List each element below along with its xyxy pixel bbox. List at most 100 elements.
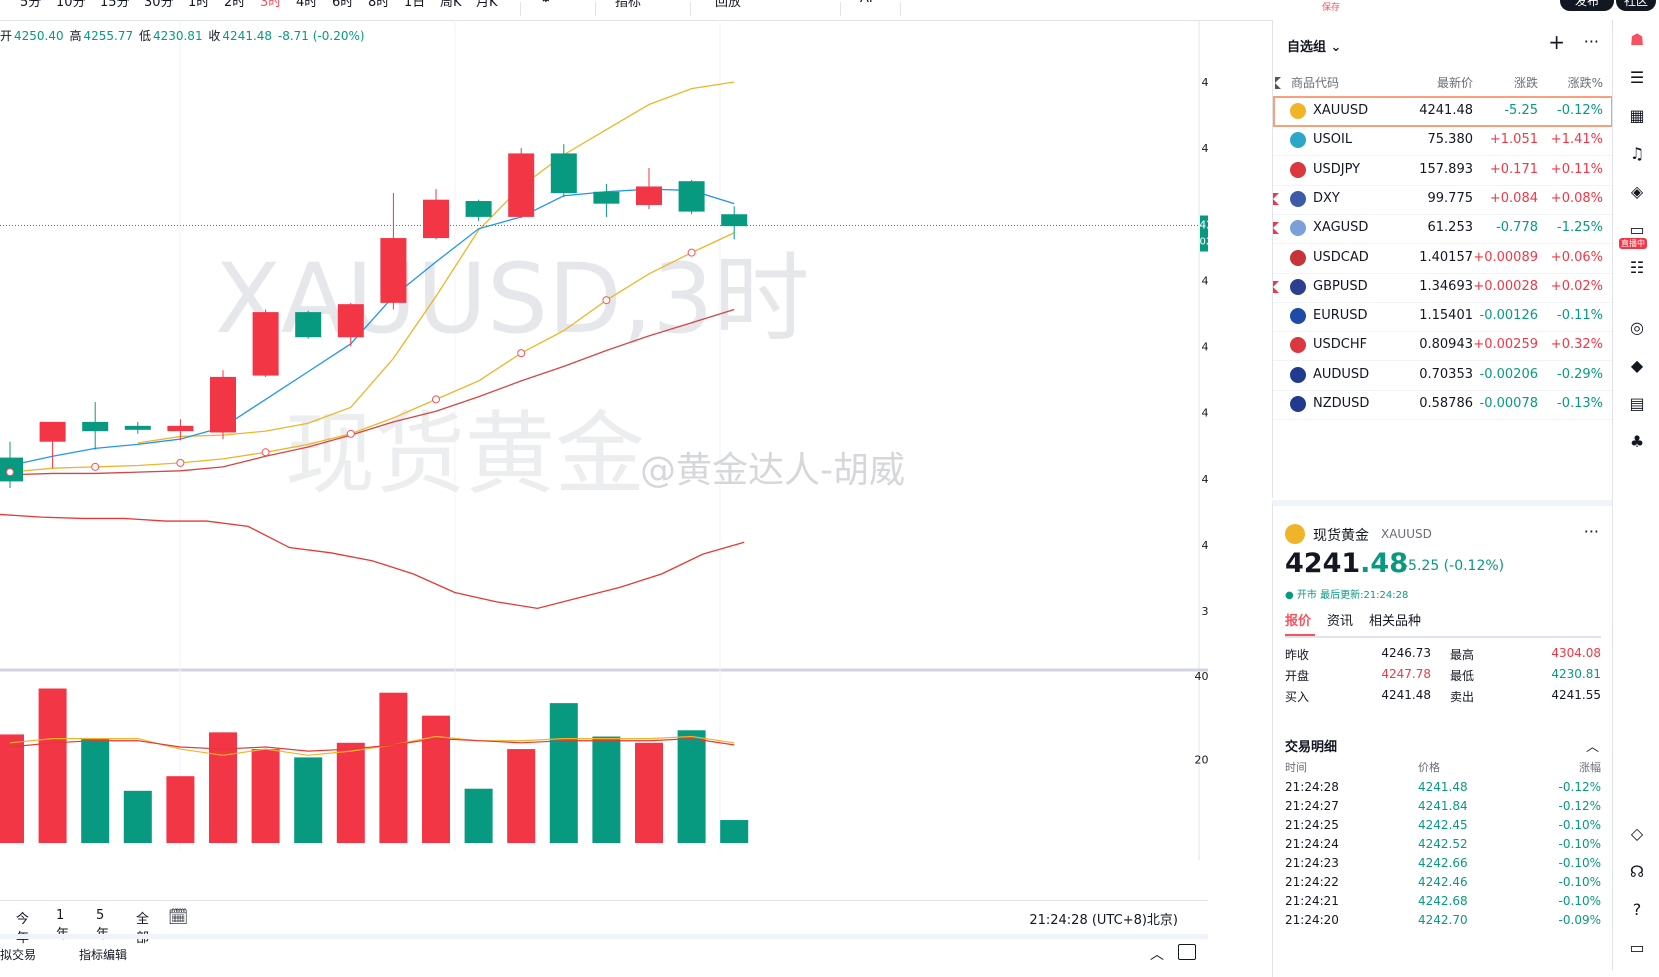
handshake-icon[interactable]: ◇ xyxy=(1627,824,1647,844)
watchlist-header-3[interactable]: 涨跌% xyxy=(1568,74,1603,91)
chart-type-icon[interactable]: ⚙ xyxy=(540,0,552,6)
trade-t: 21:24:24 xyxy=(1285,837,1339,851)
interval-4[interactable]: 1时 xyxy=(188,0,209,10)
interval-8[interactable]: 6时 xyxy=(332,0,353,10)
volume-bar xyxy=(38,688,67,843)
help-icon[interactable]: ? xyxy=(1627,900,1647,920)
interval-3[interactable]: 30分 xyxy=(144,0,174,10)
flag-icon[interactable] xyxy=(1273,280,1279,293)
calculator-icon[interactable]: ▤ xyxy=(1627,394,1647,414)
replay-button[interactable]: 回放 xyxy=(715,0,741,10)
interval-6[interactable]: 3时 xyxy=(260,0,281,10)
detail-symbol: XAUUSD xyxy=(1381,527,1432,541)
community-button[interactable]: 社区 xyxy=(1616,0,1656,11)
watchlist-row[interactable]: USDJPY 157.893 +0.171 +0.11% xyxy=(1273,155,1613,186)
timezone-label[interactable]: 21:24:28 (UTC+8)北京) xyxy=(1029,909,1178,928)
watchlist-row[interactable]: USDCAD 1.40157 +0.00089 +0.06% xyxy=(1273,243,1613,274)
support-icon[interactable]: ☊ xyxy=(1627,862,1647,882)
collapse-icon[interactable]: ︿ xyxy=(1586,736,1599,755)
alert-bell-icon[interactable]: ♫ xyxy=(1627,144,1647,164)
volume-ma-yellow xyxy=(9,735,735,756)
watchlist-group-select[interactable]: 自选组 ⌄ xyxy=(1287,36,1341,55)
news-icon[interactable]: ☰ xyxy=(1627,68,1647,88)
volume-bar xyxy=(336,742,365,843)
trade-t: 21:24:23 xyxy=(1285,856,1339,870)
symbol-logo-icon xyxy=(1290,161,1306,178)
watchlist-row[interactable]: XAGUSD 61.253 -0.778 -1.25% xyxy=(1273,213,1613,245)
interval-2[interactable]: 15分 xyxy=(100,0,130,10)
academy-icon[interactable]: ◆ xyxy=(1627,356,1647,376)
save-button[interactable]: 保存 xyxy=(1322,0,1340,13)
watchlist-row[interactable]: NZDUSD 0.58786 -0.00078 -0.13% xyxy=(1273,389,1613,420)
tree-icon[interactable]: ♣ xyxy=(1627,432,1647,452)
interval-10[interactable]: 1日 xyxy=(404,0,425,10)
maximize-icon[interactable] xyxy=(1178,944,1196,960)
chat-icon[interactable]: ☷ xyxy=(1627,258,1647,278)
target-icon[interactable]: ◎ xyxy=(1627,318,1647,338)
interval-5[interactable]: 2时 xyxy=(224,0,245,10)
band-marker xyxy=(261,448,270,457)
watchlist-chg: -0.00126 xyxy=(1479,308,1538,324)
interval-11[interactable]: 周K xyxy=(440,0,462,10)
header-flag-icon[interactable] xyxy=(1275,77,1281,89)
interval-0[interactable]: 5分 xyxy=(20,0,41,10)
watchlist-price: 0.58786 xyxy=(1419,396,1473,411)
symbol-logo-icon xyxy=(1290,132,1306,149)
flag-icon[interactable] xyxy=(1273,192,1279,205)
watchlist-sym: AUDUSD xyxy=(1313,366,1370,382)
interval-1[interactable]: 10分 xyxy=(56,0,86,10)
watchlist-pct: +0.11% xyxy=(1550,161,1603,177)
watchlist-row[interactable]: GBPUSD 1.34693 +0.00028 +0.02% xyxy=(1273,272,1613,303)
interval-7[interactable]: 4时 xyxy=(296,0,317,10)
trade-t: 21:24:25 xyxy=(1285,818,1339,832)
publish-button[interactable]: 发布 xyxy=(1560,0,1614,11)
watchlist-header-1[interactable]: 最新价 xyxy=(1437,74,1473,91)
calendar-icon[interactable]: 🗓 xyxy=(168,907,188,926)
weibo-watermark: @黄金达人-胡威 xyxy=(640,450,905,491)
flag-icon[interactable] xyxy=(1273,222,1279,235)
symbol-logo-icon xyxy=(1290,190,1306,207)
bottom-tab-0[interactable]: 拟交易 xyxy=(0,946,36,963)
watchlist-pct: -1.25% xyxy=(1557,220,1603,236)
watchlist-price: 61.253 xyxy=(1427,220,1474,236)
candle-body xyxy=(550,153,577,194)
symbol-logo-icon xyxy=(1290,396,1306,412)
chevron-up-icon[interactable]: ︿ xyxy=(1150,944,1164,964)
range-tab-3[interactable]: 全部 xyxy=(136,908,149,946)
trade-c: -0.12% xyxy=(1558,799,1601,813)
chart-canvas[interactable]: XAUUSD,3时现货黄金@黄金达人-胡威 4241.48 02:35:31 4350… xyxy=(0,20,1247,887)
main-chart[interactable]: XAUUSD,3时现货黄金@黄金达人-胡威 4241.48 02:35:31 4350… xyxy=(0,20,1247,887)
detail-tab-2[interactable]: 相关品种 xyxy=(1369,610,1421,629)
detail-tab-1[interactable]: 资讯 xyxy=(1327,610,1353,629)
watchlist-row[interactable]: DXY 99.775 +0.084 +0.08% xyxy=(1273,184,1613,215)
add-icon[interactable]: + xyxy=(1548,30,1565,54)
candle-body xyxy=(252,312,279,376)
detail-tab-0[interactable]: 报价 xyxy=(1285,610,1311,629)
watchlist-icon[interactable]: ☗ xyxy=(1627,30,1647,50)
layers-icon[interactable]: ◈ xyxy=(1627,182,1647,202)
interval-9[interactable]: 8时 xyxy=(368,0,389,10)
watchlist-header-2[interactable]: 涨跌 xyxy=(1514,74,1538,91)
watchlist-row[interactable]: USDCHF 0.80943 +0.00259 +0.32% xyxy=(1273,330,1613,362)
monitor-icon[interactable]: ▭ xyxy=(1627,938,1647,958)
interval-12[interactable]: 月K xyxy=(476,0,498,10)
range-tab-0[interactable]: 今年 xyxy=(16,908,29,946)
watchlist-price: 1.40157 xyxy=(1419,249,1473,265)
detail-more-icon[interactable]: ··· xyxy=(1584,522,1599,541)
watchlist-header-0[interactable]: 商品代码 xyxy=(1291,74,1339,91)
calendar-side-icon[interactable]: ▦ xyxy=(1627,106,1647,126)
watchlist-pct: +0.06% xyxy=(1550,249,1603,265)
close-value: 4241.48 xyxy=(222,29,273,43)
watchlist-row[interactable]: USOIL 75.380 +1.051 +1.41% xyxy=(1273,125,1613,157)
live-icon[interactable]: ▭ xyxy=(1627,220,1647,240)
market-status: ● 开市 最后更新:21:24:28 xyxy=(1285,590,1409,601)
watchlist-row[interactable]: XAUUSD 4241.48 -5.25 -0.12% xyxy=(1273,96,1613,127)
watchlist-row[interactable]: AUDUSD 0.70353 -0.00206 -0.29% xyxy=(1273,360,1613,391)
more-icon[interactable]: ··· xyxy=(1584,32,1599,51)
bottom-tab-1[interactable]: 指标编辑 xyxy=(79,946,127,963)
ai-button[interactable]: AI xyxy=(860,0,873,6)
watchlist-row[interactable]: EURUSD 1.15401 -0.00126 -0.11% xyxy=(1273,301,1613,333)
change-value: -8.71 (-0.20%) xyxy=(277,29,365,43)
indicators-button[interactable]: 指标 xyxy=(615,0,641,10)
watchlist-panel: 自选组 ⌄ + ··· 商品代码 最新价 涨跌 涨跌% XAUUSD 4241.48 -5… xyxy=(1272,20,1613,498)
